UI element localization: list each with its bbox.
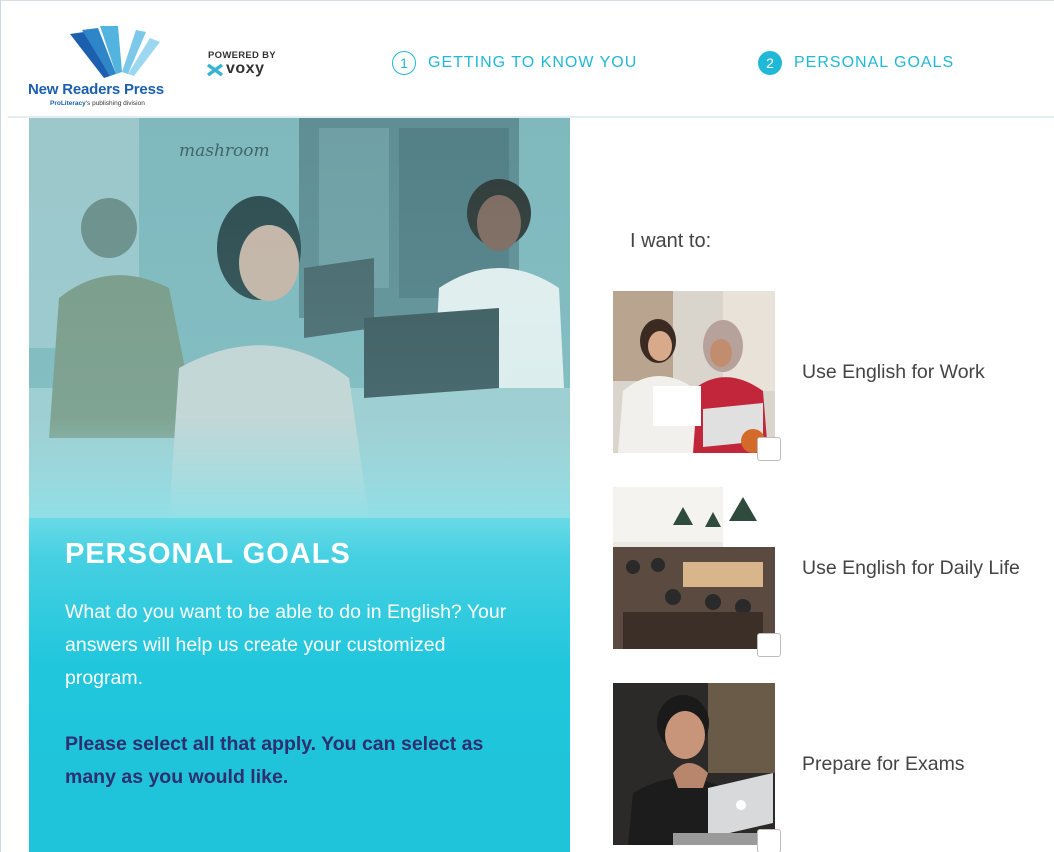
work-thumbnail[interactable] (613, 291, 775, 453)
brand-subtitle-bold: ProLiteracy (50, 100, 86, 107)
office-team-photo: mashroom (29, 118, 570, 518)
window-left-edge (0, 0, 8, 852)
goal-label[interactable]: Use English for Work (802, 361, 985, 384)
book-logo-icon (70, 26, 160, 78)
window-top-edge (0, 0, 1054, 10)
intro-panel: mashroom PERSONAL GOALS What do you want… (29, 118, 570, 852)
brand-subtitle-rest: 's publishing division (85, 100, 145, 107)
panel-instruction: Please select all that apply. You can se… (65, 733, 484, 788)
voxy-logo-icon (206, 63, 224, 77)
panel-description: What do you want to be able to do in Eng… (65, 601, 507, 689)
goal-option-work[interactable]: Use English for Work (613, 291, 1053, 461)
goal-checkbox[interactable] (757, 829, 781, 852)
brand-subtitle: ProLiteracy's publishing division (50, 100, 145, 107)
goal-option-daily-life[interactable]: Use English for Daily Life (613, 487, 1053, 657)
goal-checkbox[interactable] (757, 633, 781, 657)
app-header: New Readers Press ProLiteracy's publishi… (8, 10, 1054, 118)
step-getting-to-know-you[interactable]: 1 GETTING TO KNOW YOU (392, 50, 637, 76)
goals-prompt: I want to: (630, 230, 712, 252)
new-readers-press-logo[interactable]: New Readers Press ProLiteracy's publishi… (28, 24, 200, 107)
step-label: PERSONAL GOALS (794, 54, 955, 71)
goal-label[interactable]: Prepare for Exams (802, 753, 965, 776)
goal-checkbox[interactable] (757, 437, 781, 461)
step-label: GETTING TO KNOW YOU (428, 54, 638, 71)
daily-life-thumbnail[interactable] (613, 487, 775, 649)
powered-by-voxy: POWERED BY voxy (206, 50, 298, 90)
step-number: 2 (758, 51, 782, 75)
step-personal-goals[interactable]: 2 PERSONAL GOALS (758, 50, 954, 76)
step-number: 1 (392, 51, 416, 75)
voxy-wordmark: voxy (226, 60, 265, 77)
goal-option-exams[interactable]: Prepare for Exams (613, 683, 1053, 852)
brand-name: New Readers Press (28, 81, 164, 98)
goals-selection: I want to: Use English for Work Use Engl… (570, 118, 1054, 852)
panel-title: PERSONAL GOALS (65, 538, 351, 570)
goal-label[interactable]: Use English for Daily Life (802, 557, 1020, 580)
exams-thumbnail[interactable] (613, 683, 775, 845)
